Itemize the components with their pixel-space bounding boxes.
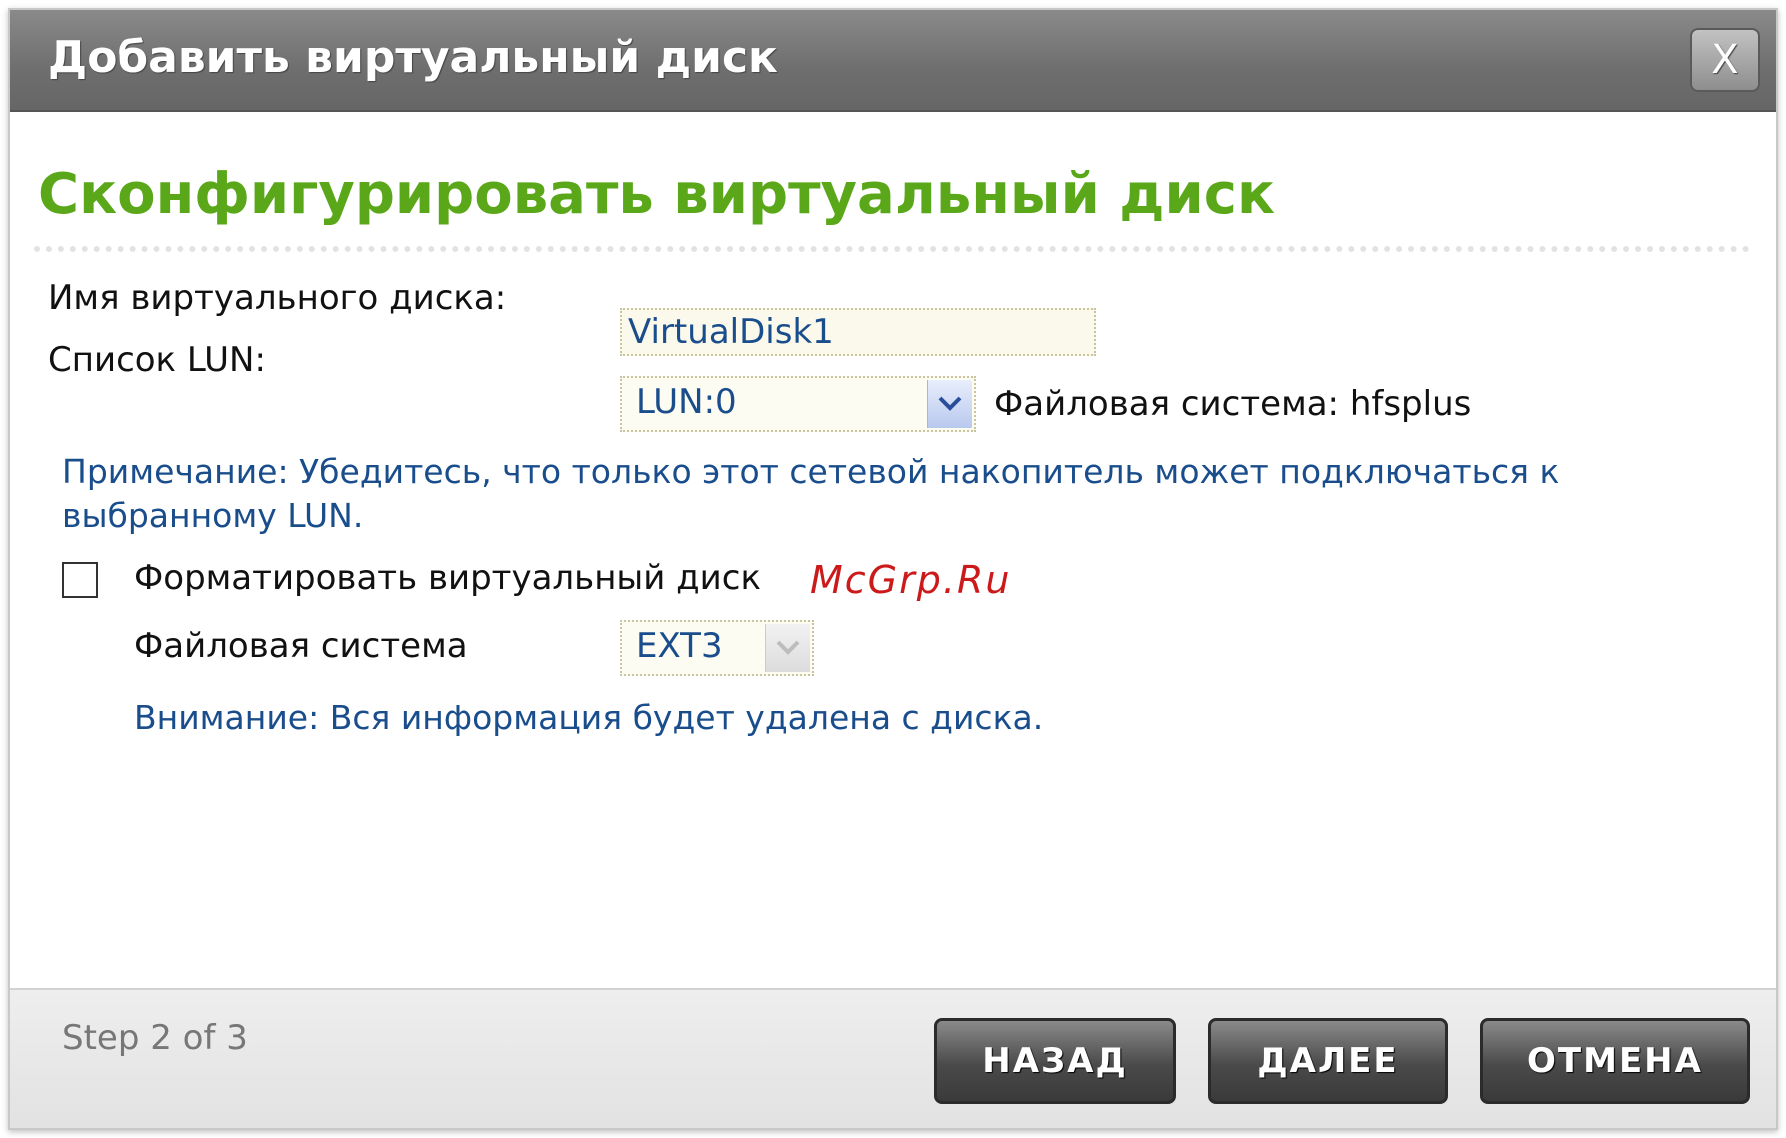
next-button[interactable]: ДАЛЕЕ — [1208, 1018, 1448, 1104]
chevron-down-icon[interactable] — [765, 624, 810, 672]
filesystem-label: Файловая система — [134, 626, 468, 666]
dialog-footer: Step 2 of 3 НАЗАД ДАЛЕЕ ОТМЕНА — [10, 988, 1776, 1128]
step-indicator: Step 2 of 3 — [62, 1018, 248, 1058]
disk-name-input[interactable]: VirtualDisk1 — [620, 308, 1096, 356]
watermark: McGrp.Ru — [810, 558, 1012, 602]
lun-list-label: Список LUN: — [48, 340, 266, 380]
lun-select[interactable]: LUN:0 — [620, 376, 976, 432]
disk-name-label: Имя виртуального диска: — [48, 278, 507, 318]
close-button[interactable]: X — [1690, 28, 1760, 92]
back-button[interactable]: НАЗАД — [934, 1018, 1176, 1104]
close-icon: X — [1711, 37, 1739, 83]
page-heading: Сконфигурировать виртуальный диск — [38, 162, 1275, 227]
lun-note: Примечание: Убедитесь, что только этот с… — [62, 452, 1560, 535]
filesystem-select[interactable]: EXT3 — [620, 620, 814, 676]
heading-divider — [34, 246, 1750, 252]
dialog-title: Добавить виртуальный диск — [48, 32, 778, 83]
format-disk-checkbox[interactable] — [62, 562, 98, 598]
title-bar: Добавить виртуальный диск X — [10, 10, 1776, 112]
format-disk-label: Форматировать виртуальный диск — [134, 558, 762, 598]
chevron-down-icon[interactable] — [927, 380, 972, 428]
add-virtual-disk-dialog: Добавить виртуальный диск X Сконфигуриро… — [8, 8, 1778, 1130]
format-warning: Внимание: Вся информация будет удалена с… — [134, 698, 1044, 737]
cancel-button[interactable]: ОТМЕНА — [1480, 1018, 1750, 1104]
lun-select-value: LUN:0 — [636, 382, 737, 422]
filesystem-info: Файловая система: hfsplus — [994, 384, 1472, 424]
filesystem-select-value: EXT3 — [636, 626, 723, 666]
